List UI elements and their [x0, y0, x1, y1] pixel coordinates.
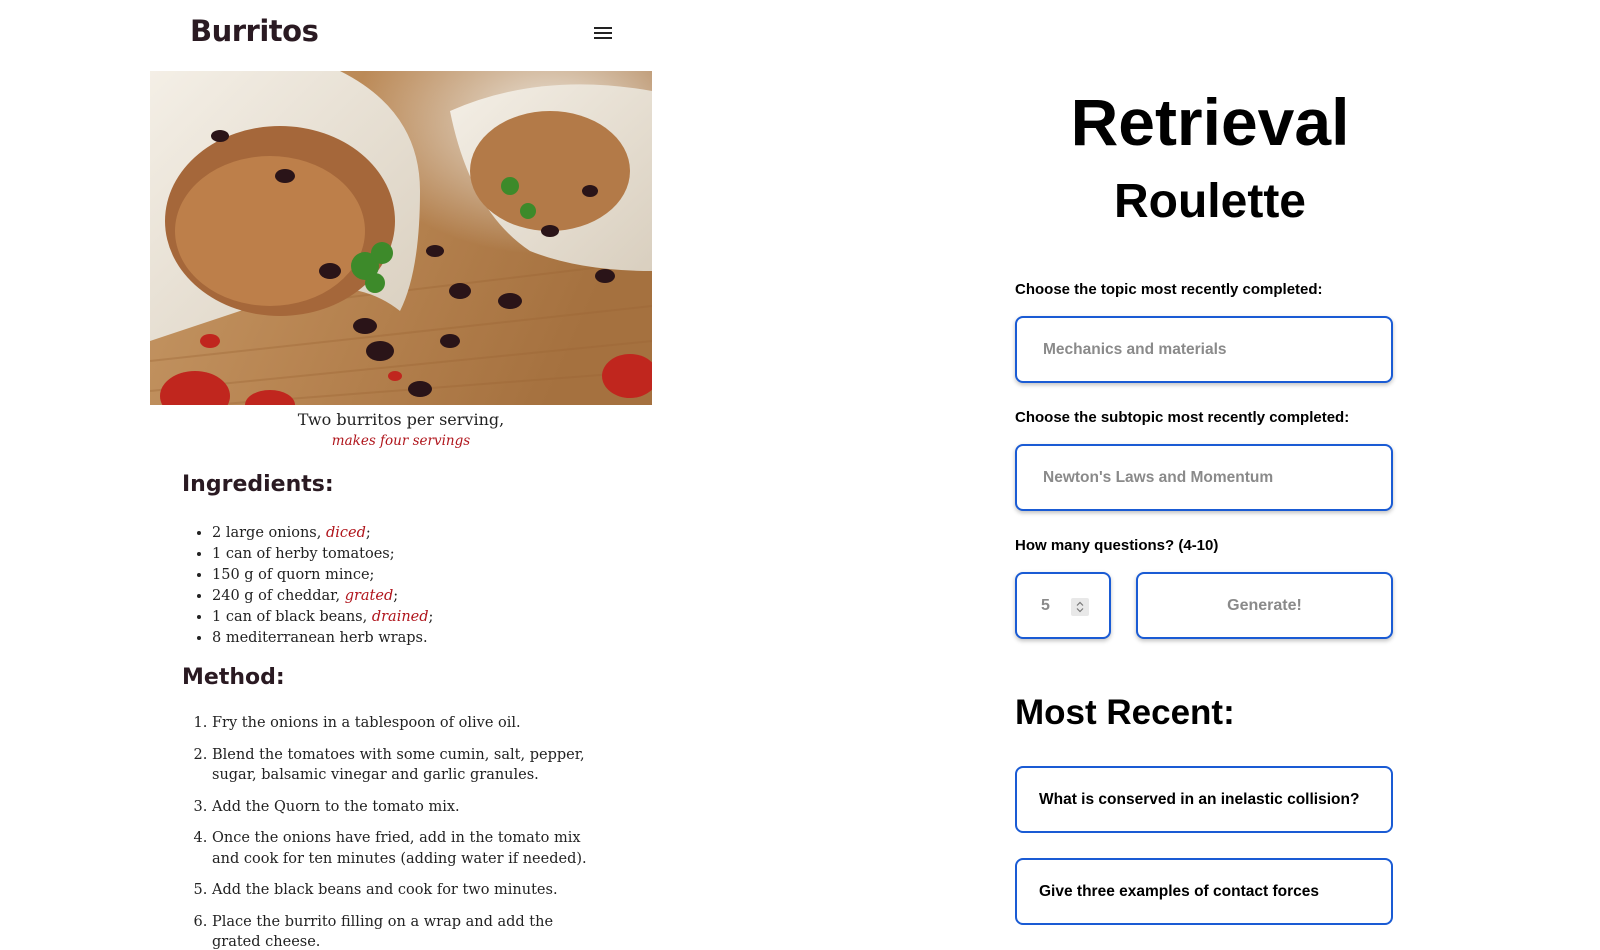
- recent-question-card[interactable]: Give three examples of contact forces: [1015, 858, 1393, 925]
- list-item: 2 large onions, diced;: [212, 523, 632, 544]
- question-count-value: 5: [1041, 596, 1050, 614]
- recent-question-text: Give three examples of contact forces: [1039, 882, 1319, 900]
- subtopic-label: Choose the subtopic most recently comple…: [1015, 409, 1350, 426]
- number-spinner-icon[interactable]: [1071, 598, 1089, 616]
- list-item: 1 can of herby tomatoes;: [212, 544, 632, 565]
- photo-caption: Two burritos per serving, makes four ser…: [150, 410, 652, 449]
- question-count-label: How many questions? (4-10): [1015, 537, 1219, 554]
- method-list: Fry the onions in a tablespoon of olive …: [212, 713, 602, 950]
- method-step: Blend the tomatoes with some cumin, salt…: [212, 745, 602, 786]
- subtopic-select-value: Newton's Laws and Momentum: [1043, 468, 1274, 486]
- method-step: Fry the onions in a tablespoon of olive …: [212, 713, 602, 734]
- generate-button-label: Generate!: [1227, 596, 1302, 614]
- recent-question-text: What is conserved in an inelastic collis…: [1039, 790, 1360, 808]
- recipe-header: Burritos: [190, 14, 620, 60]
- generate-button[interactable]: Generate!: [1136, 572, 1393, 639]
- method-step: Add the black beans and cook for two min…: [212, 880, 602, 901]
- question-count-input[interactable]: 5: [1015, 572, 1111, 639]
- ingredients-heading: Ingredients:: [182, 472, 334, 497]
- list-item: 8 mediterranean herb wraps.: [212, 628, 632, 649]
- app-title-line1: Retrieval: [1070, 85, 1350, 159]
- caption-servings: makes four servings: [331, 433, 471, 449]
- list-item: 1 can of black beans, drained;: [212, 607, 632, 628]
- hamburger-menu-icon[interactable]: [594, 27, 612, 41]
- topic-select[interactable]: Mechanics and materials: [1015, 316, 1393, 383]
- topic-select-value: Mechanics and materials: [1043, 340, 1227, 358]
- topic-label: Choose the topic most recently completed…: [1015, 281, 1323, 298]
- retrieval-roulette-panel: Retrieval Roulette Choose the topic most…: [1000, 0, 1420, 950]
- recipe-page: Burritos Two burritos per serving, makes…: [0, 0, 660, 950]
- method-step: Place the burrito filling on a wrap and …: [212, 912, 602, 950]
- subtopic-select[interactable]: Newton's Laws and Momentum: [1015, 444, 1393, 511]
- burrito-photo: [150, 71, 652, 405]
- method-step: Once the onions have fried, add in the t…: [212, 828, 602, 869]
- page-title: Burritos: [190, 14, 319, 48]
- most-recent-heading: Most Recent:: [1015, 693, 1235, 732]
- list-item: 240 g of cheddar, grated;: [212, 586, 632, 607]
- caption-main: Two burritos per serving,: [297, 410, 505, 429]
- method-heading: Method:: [182, 665, 285, 690]
- list-item: 150 g of quorn mince;: [212, 565, 632, 586]
- recent-question-card[interactable]: What is conserved in an inelastic collis…: [1015, 766, 1393, 833]
- method-step: Add the Quorn to the tomato mix.: [212, 797, 602, 818]
- ingredients-list: 2 large onions, diced; 1 can of herby to…: [212, 523, 632, 649]
- app-title-line2: Roulette: [1114, 175, 1306, 228]
